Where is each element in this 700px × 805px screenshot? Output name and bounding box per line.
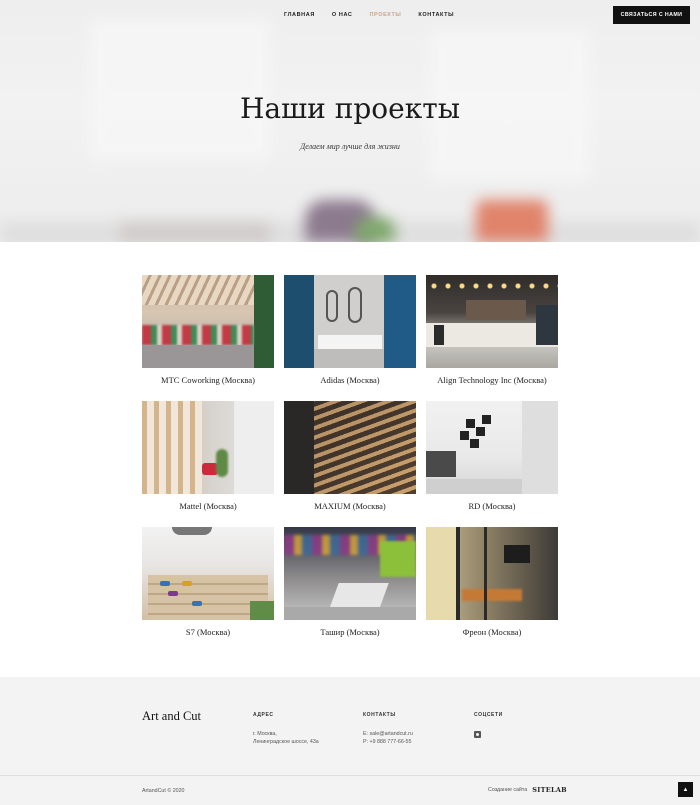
footer-contacts-column: КОНТАКТЫ E: sale@artandcut.ru P: +9 888 …	[363, 712, 413, 747]
footer-social-column: СОЦСЕТИ	[474, 712, 503, 738]
project-card[interactable]: Align Technology Inc (Москва)	[426, 275, 558, 385]
footer-contacts-heading: КОНТАКТЫ	[363, 712, 396, 718]
page-title: Наши проекты	[240, 92, 460, 125]
project-card[interactable]: Adidas (Москва)	[284, 275, 416, 385]
hero-background-shape	[120, 222, 270, 242]
hero-background-shape	[90, 20, 270, 160]
project-card[interactable]: МТС Coworking (Москва)	[142, 275, 274, 385]
chevron-up-icon: ▲	[682, 786, 689, 793]
project-image[interactable]	[142, 275, 274, 368]
project-image[interactable]	[284, 275, 416, 368]
made-by-credit: Создание сайта SITELAB	[488, 786, 567, 794]
project-card[interactable]: Ташир (Москва)	[284, 527, 416, 637]
project-card[interactable]: Mattel (Москва)	[142, 401, 274, 511]
instagram-icon[interactable]	[474, 731, 481, 738]
project-image[interactable]	[426, 401, 558, 494]
project-card[interactable]: RD (Москва)	[426, 401, 558, 511]
project-caption[interactable]: RD (Москва)	[426, 501, 558, 511]
footer-divider	[0, 775, 700, 776]
project-caption[interactable]: Align Technology Inc (Москва)	[426, 375, 558, 385]
nav-link-contacts[interactable]: КОНТАКТЫ	[418, 12, 454, 18]
project-image[interactable]	[426, 527, 558, 620]
page-subtitle: Делаем мир лучше для жизни	[300, 142, 400, 151]
made-by-label: Создание сайта	[488, 787, 528, 793]
project-card[interactable]: MAXIUM (Москва)	[284, 401, 416, 511]
copyright-text: ArtandCut © 2020	[142, 788, 185, 794]
project-card[interactable]: Фреон (Москва)	[426, 527, 558, 637]
scroll-to-top-button[interactable]: ▲	[678, 782, 693, 797]
project-card[interactable]: S7 (Москва)	[142, 527, 274, 637]
project-caption[interactable]: Ташир (Москва)	[284, 627, 416, 637]
footer-address-column: АДРЕС г. Москва, Ленинградское шоссе, 43…	[253, 712, 319, 747]
project-image[interactable]	[142, 527, 274, 620]
hero-section: ГЛАВНАЯ О НАС ПРОЕКТЫ КОНТАКТЫ СВЯЗАТЬСЯ…	[0, 0, 700, 242]
footer-social-heading: СОЦСЕТИ	[474, 712, 503, 718]
nav-link-projects[interactable]: ПРОЕКТЫ	[369, 12, 401, 18]
project-image[interactable]	[284, 527, 416, 620]
main-nav: ГЛАВНАЯ О НАС ПРОЕКТЫ КОНТАКТЫ	[284, 12, 454, 18]
project-image[interactable]	[426, 275, 558, 368]
nav-link-home[interactable]: ГЛАВНАЯ	[284, 12, 315, 18]
sitelab-logo[interactable]: SITELAB	[532, 786, 567, 794]
nav-link-about[interactable]: О НАС	[332, 12, 353, 18]
project-image[interactable]	[142, 401, 274, 494]
contact-us-button[interactable]: СВЯЗАТЬСЯ С НАМИ	[613, 6, 690, 24]
project-caption[interactable]: MAXIUM (Москва)	[284, 501, 416, 511]
project-caption[interactable]: S7 (Москва)	[142, 627, 274, 637]
footer-email-link[interactable]: E: sale@artandcut.ru	[363, 730, 413, 738]
footer-address-line: г. Москва,	[253, 731, 277, 737]
footer-address-line: Ленинградское шоссе, 43а	[253, 739, 319, 746]
project-caption[interactable]: МТС Coworking (Москва)	[142, 375, 274, 385]
hero-background-plant	[355, 218, 395, 242]
project-caption[interactable]: Фреон (Москва)	[426, 627, 558, 637]
footer-address-heading: АДРЕС	[253, 712, 274, 718]
project-image[interactable]	[284, 401, 416, 494]
footer-phone-link[interactable]: P: +9 888 777-66-55	[363, 738, 413, 746]
footer-brand-logo[interactable]: Art and Cut	[142, 709, 201, 724]
project-caption[interactable]: Adidas (Москва)	[284, 375, 416, 385]
hero-background-chair	[476, 200, 548, 242]
project-caption[interactable]: Mattel (Москва)	[142, 501, 274, 511]
site-footer	[0, 677, 700, 805]
